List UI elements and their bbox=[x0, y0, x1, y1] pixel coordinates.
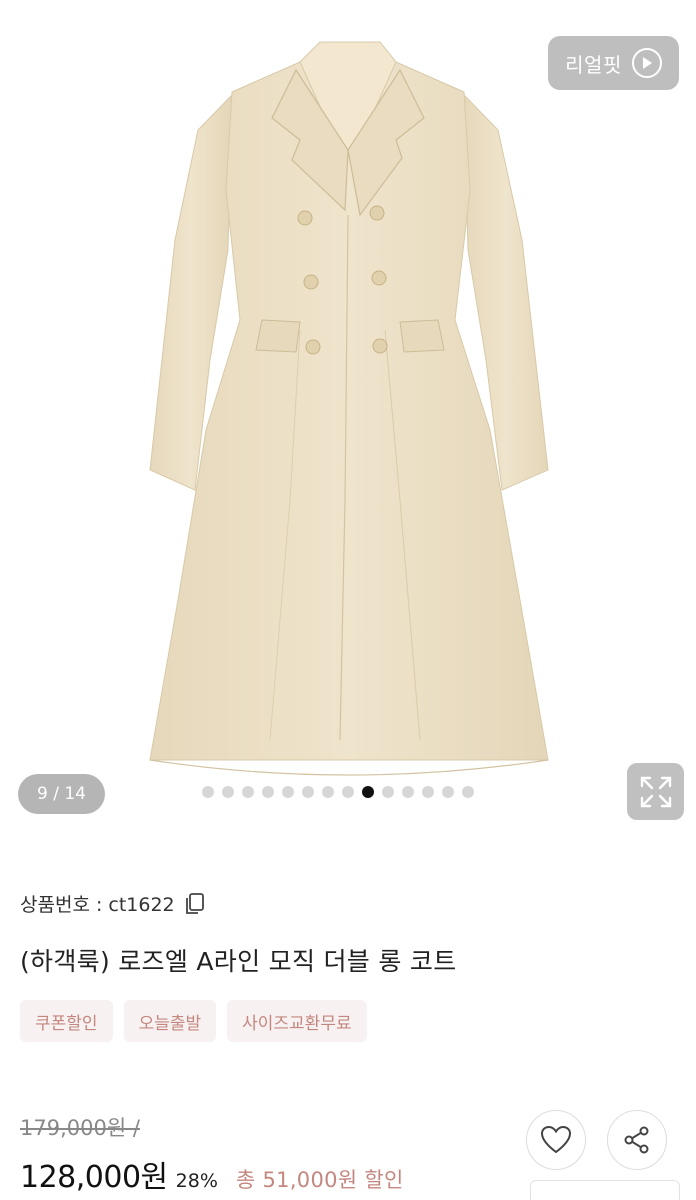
expand-icon bbox=[640, 776, 671, 807]
coupon-strip-partial bbox=[530, 1180, 680, 1200]
carousel-dot[interactable] bbox=[382, 786, 394, 798]
carousel-dot[interactable] bbox=[462, 786, 474, 798]
carousel-dot[interactable] bbox=[222, 786, 234, 798]
carousel-dots bbox=[202, 786, 474, 798]
like-button[interactable] bbox=[526, 1110, 586, 1170]
badge-free-size-exchange: 사이즈교환무료 bbox=[227, 1000, 367, 1042]
share-icon bbox=[624, 1126, 649, 1154]
play-icon bbox=[631, 48, 662, 78]
realfit-label: 리얼핏 bbox=[565, 52, 622, 77]
badge-same-day-shipping: 오늘출발 bbox=[123, 1000, 217, 1042]
product-code-row: 상품번호 : ct1622 bbox=[20, 890, 205, 917]
carousel-dot[interactable] bbox=[202, 786, 214, 798]
share-button[interactable] bbox=[607, 1110, 667, 1170]
carousel-dot[interactable] bbox=[302, 786, 314, 798]
discount-rate: 28% bbox=[175, 1170, 218, 1192]
image-page-counter: 9 / 14 bbox=[18, 774, 105, 814]
carousel-dot[interactable] bbox=[262, 786, 274, 798]
realfit-video-button[interactable]: 리얼핏 bbox=[548, 36, 679, 90]
carousel-dot[interactable] bbox=[442, 786, 454, 798]
expand-fullscreen-button[interactable] bbox=[627, 763, 684, 820]
heart-icon bbox=[540, 1125, 572, 1154]
carousel-dot[interactable] bbox=[422, 786, 434, 798]
total-discount: 총 51,000원 할인 bbox=[235, 1168, 404, 1192]
badge-coupon-discount: 쿠폰할인 bbox=[20, 1000, 113, 1042]
product-title: (하객룩) 로즈엘 A라인 모직 더블 롱 코트 bbox=[20, 947, 457, 976]
carousel-dot[interactable] bbox=[402, 786, 414, 798]
copy-icon[interactable] bbox=[183, 892, 205, 916]
product-badges: 쿠폰할인 오늘출발 사이즈교환무료 bbox=[20, 1000, 367, 1042]
product-image[interactable] bbox=[0, 0, 696, 830]
carousel-dot[interactable] bbox=[342, 786, 354, 798]
carousel-dot[interactable] bbox=[242, 786, 254, 798]
price-row: 128,000원 28% 총 51,000원 할인 bbox=[20, 1152, 404, 1196]
sale-price: 128,000원 bbox=[20, 1160, 168, 1195]
carousel-dot[interactable] bbox=[322, 786, 334, 798]
carousel-dot[interactable] bbox=[282, 786, 294, 798]
product-code: 상품번호 : ct1622 bbox=[20, 894, 175, 916]
original-price: 179,000원 / bbox=[20, 1116, 140, 1140]
product-image-gallery[interactable]: 리얼핏 9 / 14 bbox=[0, 0, 696, 840]
carousel-dot[interactable] bbox=[362, 786, 374, 798]
